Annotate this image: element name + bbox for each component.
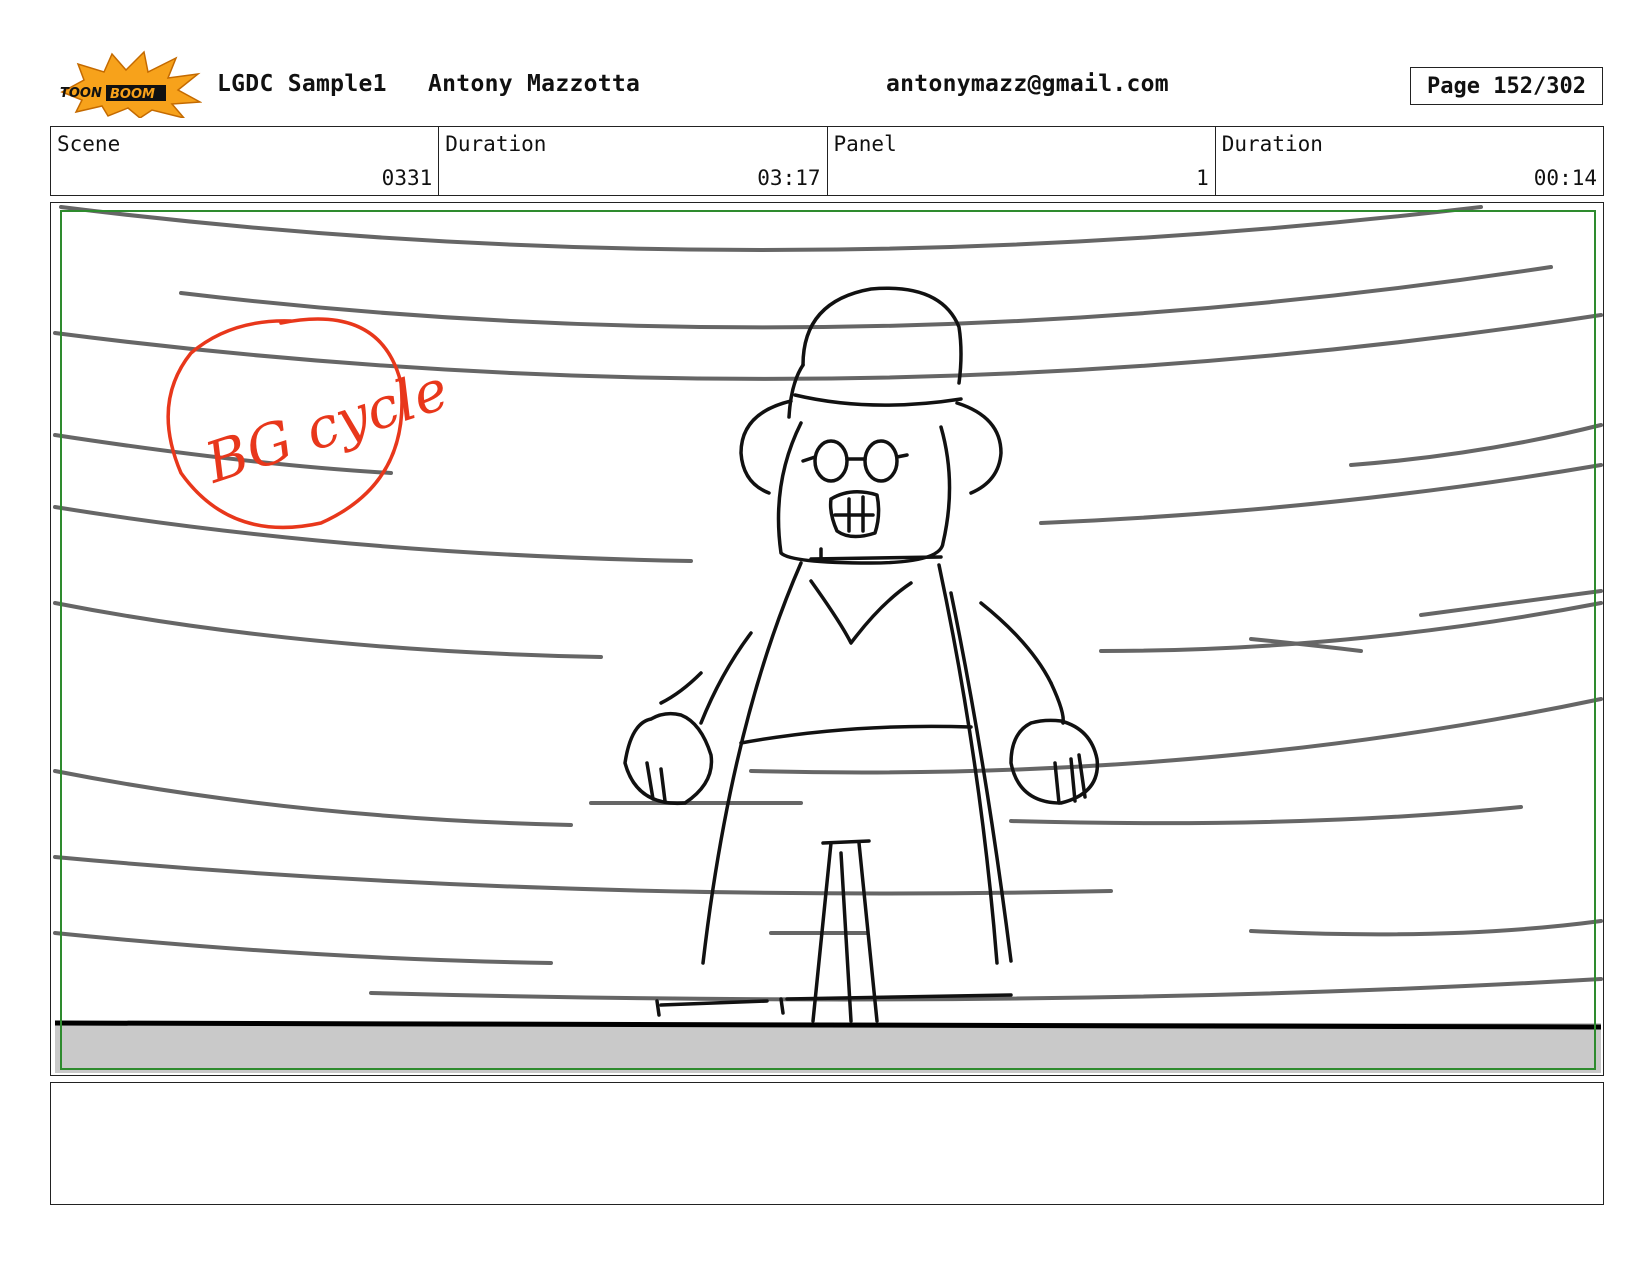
scene-value: 0331: [381, 166, 433, 190]
hat-brim: [955, 401, 1003, 495]
motion-line: [749, 697, 1603, 775]
motion-line: [1249, 919, 1603, 937]
belt-mark: [821, 839, 871, 845]
author-name: Antony Mazzotta: [428, 71, 641, 97]
left-hand-finger: [659, 767, 667, 803]
motion-line: [53, 855, 1113, 896]
scene-label: Scene: [57, 132, 121, 156]
motion-line: [53, 931, 553, 965]
feet-line: [659, 999, 769, 1007]
motion-line: [1419, 589, 1603, 617]
hat-crown-ribbon: [793, 393, 963, 407]
glasses-temple: [801, 455, 817, 463]
annotation-text: BG cycle: [197, 357, 456, 496]
scene-cell: Scene 0331: [51, 127, 440, 195]
torso-right-edge: [949, 591, 1013, 963]
panel-cell: Panel 1: [828, 127, 1216, 195]
glasses-lens-left: [813, 439, 849, 483]
character-sketch: [623, 286, 1100, 1023]
panel-duration-cell: Duration 00:14: [1216, 127, 1603, 195]
torso-left-edge: [701, 561, 803, 965]
author-email: antonymazz@gmail.com: [886, 71, 1169, 97]
neck: [809, 555, 943, 561]
hat-crown: [801, 286, 963, 385]
logo-wordmark: TOON: [60, 86, 102, 101]
panel-duration-value: 00:14: [1533, 166, 1597, 190]
motion-line: [59, 205, 1483, 252]
panel-notes-box: [50, 1082, 1604, 1205]
motion-line: [1009, 805, 1523, 826]
glasses-lens-right: [863, 439, 899, 483]
left-hand-finger: [645, 761, 655, 801]
scene-duration-cell: Duration 03:17: [439, 127, 828, 195]
project-title: LGDC Sample1: [217, 71, 387, 97]
left-hand: [623, 711, 714, 806]
motion-line: [1099, 601, 1603, 653]
logo-wordmark-boom: BOOM: [110, 87, 155, 102]
toonboom-logo: TOON BOOM: [52, 50, 203, 120]
motion-line: [1349, 423, 1603, 467]
storyboard-panel: BG cycle: [50, 202, 1604, 1076]
right-arm: [1049, 681, 1065, 725]
page-indicator: Page 152/302: [1410, 67, 1603, 105]
hat-crown-side: [787, 363, 805, 419]
glasses-temple: [895, 453, 909, 459]
right-hand-finger: [1077, 753, 1087, 799]
feet-mark: [779, 997, 785, 1015]
ground-area: [55, 1023, 1601, 1073]
motion-line: [53, 601, 603, 659]
collar: [809, 579, 913, 645]
inner-leg: [839, 851, 853, 1023]
motion-line: [53, 769, 573, 827]
left-arm: [699, 631, 753, 725]
panel-label: Panel: [833, 132, 897, 156]
waist-line: [739, 724, 973, 745]
motion-line: [53, 313, 1603, 381]
scene-info-table: Scene 0331 Duration 03:17 Panel 1 Durati…: [50, 126, 1604, 196]
scene-duration-label: Duration: [445, 132, 547, 156]
left-arm: [659, 671, 703, 705]
motion-line: [1039, 463, 1603, 525]
panel-duration-label: Duration: [1221, 132, 1323, 156]
panel-value: 1: [1196, 166, 1209, 190]
right-arm: [979, 601, 1053, 685]
feet-mark: [655, 999, 661, 1017]
torso-right-edge: [937, 563, 999, 965]
scene-duration-value: 03:17: [757, 166, 821, 190]
motion-line: [179, 265, 1553, 330]
motion-line: [53, 505, 693, 563]
